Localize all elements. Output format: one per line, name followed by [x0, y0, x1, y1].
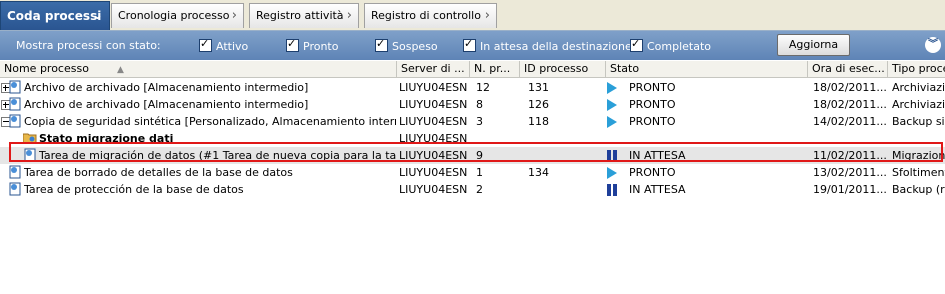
tab-registro-attivita[interactable]: Registro attività › [249, 3, 359, 28]
table-row[interactable]: Tarea de borrado de detalles de la base … [0, 164, 945, 181]
table-row[interactable]: Copia de seguridad sintética [Personaliz… [0, 113, 945, 130]
checkbox-label: Sospeso [392, 40, 438, 53]
tab-bar: Coda processi ⌄ Cronologia processo › Re… [0, 0, 945, 31]
tab-coda-processi[interactable]: Coda processi ⌄ [0, 1, 110, 30]
table-row[interactable]: Archivo de archivado [Almacenamiento int… [0, 79, 945, 96]
column-header-nome-processo[interactable]: Nome processo ▲ [0, 61, 397, 77]
checkbox-checked-icon [630, 37, 643, 52]
table-row[interactable]: Archivo de archivado [Almacenamiento int… [0, 96, 945, 113]
chevron-right-icon: › [484, 8, 490, 23]
chevron-right-icon: › [346, 8, 352, 23]
tab-registro-di-controllo[interactable]: Registro di controllo › [364, 3, 497, 28]
job-icon [24, 148, 36, 162]
refresh-button[interactable]: Aggiorna [777, 34, 850, 56]
checkbox-checked-icon [199, 37, 212, 52]
column-header-server[interactable]: Server di ... [397, 61, 470, 77]
play-icon [607, 116, 617, 128]
tab-cronologia-processo[interactable]: Cronologia processo › [111, 3, 244, 28]
column-header-ora-esecuzione[interactable]: Ora di esec... [808, 61, 888, 77]
checkbox-checked-icon [463, 37, 476, 52]
tab-label: Registro di controllo [371, 9, 481, 22]
double-chevron-down-icon[interactable]: ︾ [925, 37, 941, 53]
checkbox-label: In attesa della destinazione [480, 40, 632, 53]
status-filter-bar: Mostra processi con stato: Attivo Pronto… [0, 31, 945, 60]
play-icon [607, 82, 617, 94]
table-row-group[interactable]: Stato migrazione dati LIUYU04ESN [0, 130, 945, 147]
job-icon [9, 97, 21, 111]
checkbox-in-attesa-destinazione[interactable]: In attesa della destinazione [463, 37, 632, 53]
checkbox-checked-icon [286, 37, 299, 52]
tab-label: Cronologia processo [118, 9, 230, 22]
folder-icon [23, 133, 37, 144]
checkbox-attivo[interactable]: Attivo [199, 37, 249, 53]
checkbox-completato[interactable]: Completato [630, 37, 712, 53]
job-icon [9, 165, 21, 179]
column-header-id-processo[interactable]: ID processo [520, 61, 606, 77]
job-icon [9, 114, 21, 128]
tab-label: Registro attività [256, 9, 344, 22]
job-icon [9, 80, 21, 94]
play-icon [607, 99, 617, 111]
job-icon [9, 182, 21, 196]
play-icon [607, 167, 617, 179]
pause-icon [607, 150, 617, 162]
column-header-n-processo[interactable]: N. pr... [470, 61, 520, 77]
chevron-right-icon: › [231, 8, 237, 23]
table-header: Nome processo ▲ Server di ... N. pr... ID… [0, 61, 945, 78]
column-header-tipo-processo[interactable]: Tipo proces [888, 61, 945, 77]
job-queue-table: Nome processo ▲ Server di ... N. pr... ID… [0, 61, 945, 294]
tab-label: Coda processi [7, 9, 102, 23]
table-row-selected[interactable]: Tarea de migración de datos (#1 Tarea de… [0, 147, 945, 164]
table-row[interactable]: Tarea de protección de la base de datos … [0, 181, 945, 198]
filter-label: Mostra processi con stato: [16, 39, 161, 52]
pause-icon [607, 184, 617, 196]
checkbox-checked-icon [375, 37, 388, 52]
checkbox-pronto[interactable]: Pronto [286, 37, 339, 53]
checkbox-label: Completato [647, 40, 712, 53]
checkbox-label: Attivo [216, 40, 249, 53]
chevron-down-icon: ⌄ [92, 8, 103, 23]
checkbox-label: Pronto [303, 40, 339, 53]
sort-ascending-icon: ▲ [116, 65, 124, 75]
checkbox-sospeso[interactable]: Sospeso [375, 37, 438, 53]
column-header-stato[interactable]: Stato [606, 61, 808, 77]
